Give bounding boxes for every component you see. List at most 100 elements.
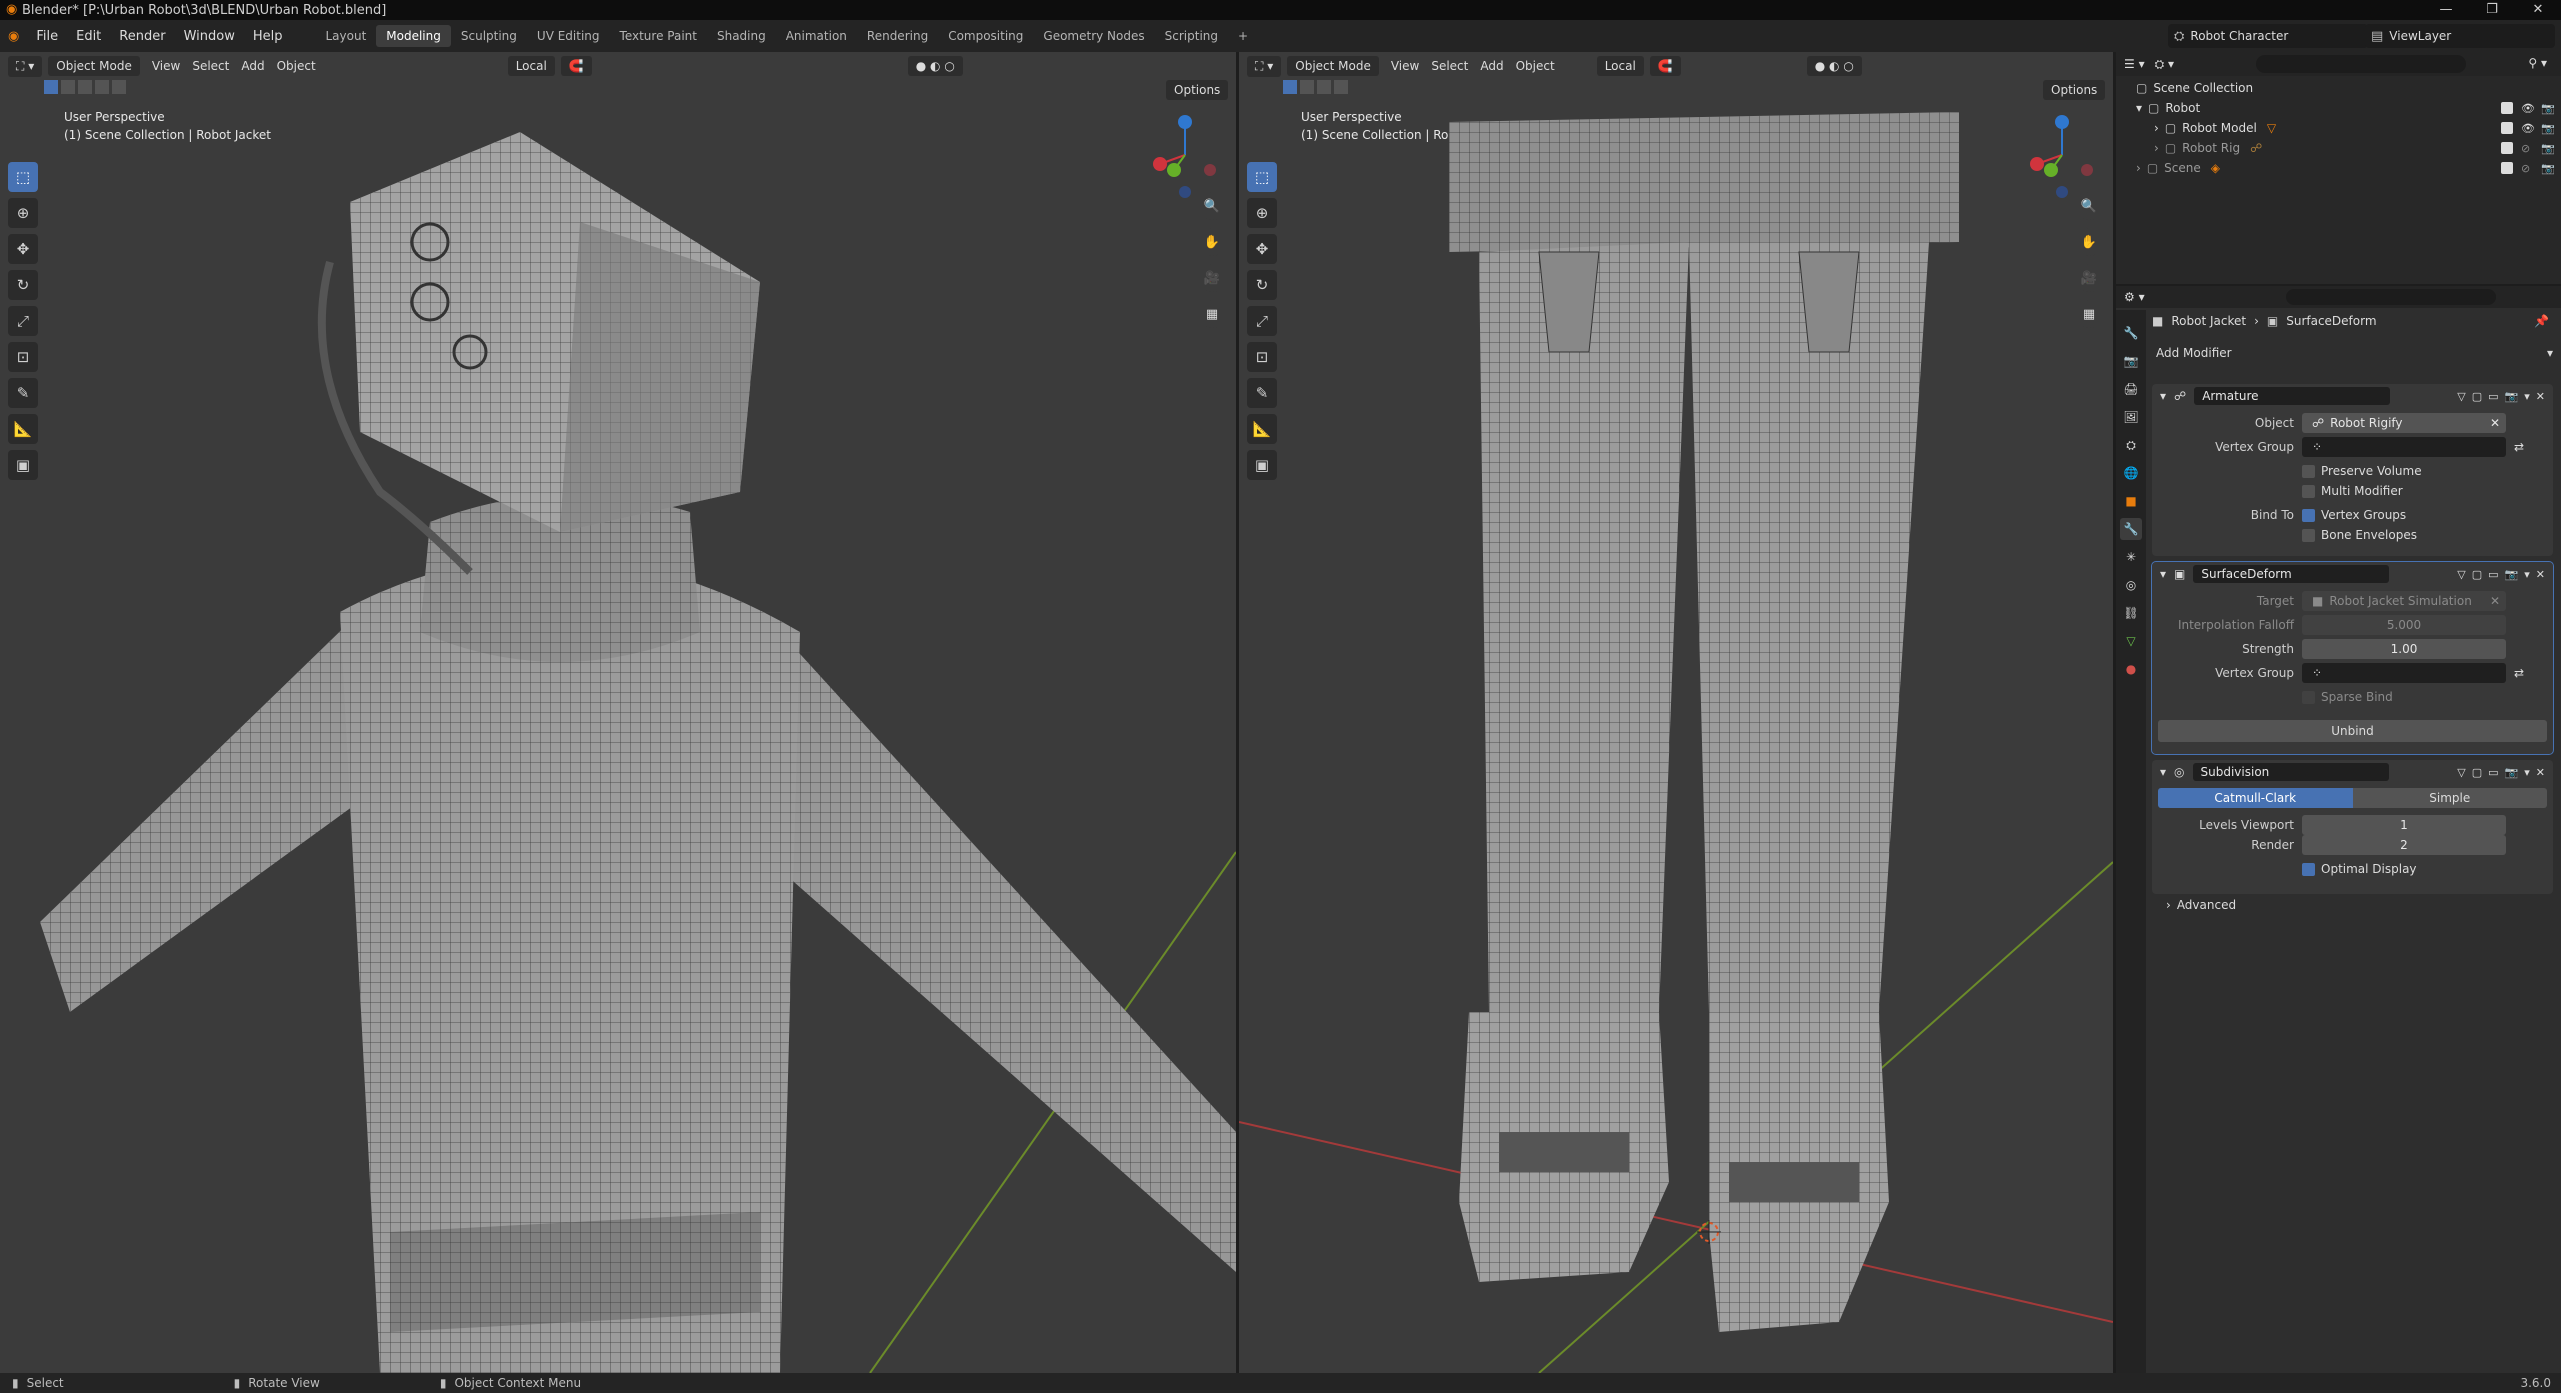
collapse-arrow-icon[interactable]: ▾ [2160, 765, 2166, 779]
levels-viewport-field[interactable]: 1 [2302, 815, 2506, 835]
invert-icon[interactable]: ⇄ [2514, 666, 2524, 680]
menu-window[interactable]: Window [175, 29, 244, 44]
collapse-arrow-icon[interactable]: ▾ [2160, 389, 2166, 403]
modifier-menu-icon[interactable]: ▾ [2524, 568, 2530, 581]
outliner-row-scene[interactable]: › ▢ Scene ◈ ⊘ 📷 [2116, 158, 2561, 178]
sd-vertex-group-field[interactable]: ⁘ [2302, 663, 2506, 683]
tab-uv-editing[interactable]: UV Editing [527, 25, 610, 47]
world-tab-icon[interactable]: 🌐 [2120, 462, 2142, 484]
expand-arrow-icon[interactable]: › [2154, 121, 2159, 135]
object-tab-icon[interactable]: ■ [2120, 490, 2142, 512]
tab-compositing[interactable]: Compositing [938, 25, 1033, 47]
optimal-display-checkbox[interactable]: Optimal Display [2302, 862, 2417, 876]
unbind-button[interactable]: Unbind [2158, 720, 2547, 742]
advanced-subpanel[interactable]: › Advanced [2166, 898, 2236, 912]
add-modifier-button[interactable]: Add Modifier ▾ [2152, 342, 2553, 364]
view-layer-tab-icon[interactable]: 🖼 [2120, 406, 2142, 428]
on-cage-icon[interactable]: ▽ [2457, 390, 2465, 403]
subdivision-modifier-name[interactable]: Subdivision [2192, 763, 2389, 781]
outliner-row-robot-rig[interactable]: › ▢ Robot Rig ☍ ⊘ 📷 [2116, 138, 2561, 158]
tab-texture-paint[interactable]: Texture Paint [610, 25, 707, 47]
render-icon[interactable]: 📷 [2505, 766, 2519, 779]
tab-modeling[interactable]: Modeling [376, 25, 451, 47]
tab-shading[interactable]: Shading [707, 25, 776, 47]
tab-geometry-nodes[interactable]: Geometry Nodes [1033, 25, 1154, 47]
tab-scripting[interactable]: Scripting [1155, 25, 1228, 47]
catmull-clark-button[interactable]: Catmull-Clark [2158, 788, 2353, 808]
multi-modifier-checkbox[interactable]: Multi Modifier [2302, 484, 2403, 498]
target-field[interactable]: ■ Robot Jacket Simulation ✕ [2302, 591, 2506, 611]
vertex-groups-checkbox[interactable]: Vertex Groups [2302, 508, 2406, 522]
modifier-tab-icon[interactable]: 🔧 [2120, 518, 2142, 540]
expand-arrow-icon[interactable]: ▾ [2136, 101, 2142, 115]
menu-file[interactable]: File [27, 29, 67, 44]
outliner-editor-icon[interactable]: ☰ ▾ [2124, 57, 2145, 71]
modifier-menu-icon[interactable]: ▾ [2524, 390, 2530, 403]
tab-layout[interactable]: Layout [315, 25, 376, 47]
menu-help[interactable]: Help [244, 29, 292, 44]
properties-editor-icon[interactable]: ⚙ ▾ [2124, 290, 2145, 304]
maximize-button[interactable]: ❐ [2469, 0, 2515, 20]
display-mode-icon[interactable]: ⛭ ▾ [2155, 57, 2174, 72]
tab-animation[interactable]: Animation [776, 25, 857, 47]
constraints-tab-icon[interactable]: ⛓ [2120, 602, 2142, 624]
preserve-volume-checkbox[interactable]: Preserve Volume [2302, 464, 2422, 478]
pin-icon[interactable]: 📌 [2534, 314, 2549, 328]
realtime-icon[interactable]: ▭ [2488, 568, 2498, 581]
minimize-button[interactable]: — [2423, 0, 2469, 20]
viewport-right[interactable]: ⛶ ▾ Object Mode View Select Add Object L… [1239, 52, 2113, 1373]
particles-tab-icon[interactable]: ✳ [2120, 546, 2142, 568]
expand-arrow-icon[interactable]: › [2154, 141, 2159, 155]
view-layer-selector[interactable]: ▤ ViewLayer [2365, 24, 2555, 48]
remove-modifier-icon[interactable]: ✕ [2536, 568, 2545, 581]
falloff-field[interactable]: 5.000 [2302, 615, 2506, 635]
data-tab-icon[interactable]: ▽ [2120, 630, 2142, 652]
render-icon[interactable]: 📷 [2505, 568, 2519, 581]
outliner-row-robot-model[interactable]: › ▢ Robot Model ▽ 👁 📷 [2116, 118, 2561, 138]
viewport-left[interactable]: ⛶ ▾ Object Mode View Select Add Object L… [0, 52, 1236, 1373]
armature-vertex-group-field[interactable]: ⁘ [2302, 437, 2506, 457]
invert-icon[interactable]: ⇄ [2514, 440, 2524, 454]
tab-sculpting[interactable]: Sculpting [451, 25, 527, 47]
edit-mode-icon[interactable]: ▢ [2472, 766, 2482, 779]
strength-field[interactable]: 1.00 [2302, 639, 2506, 659]
render-tab-icon[interactable]: 📷 [2120, 350, 2142, 372]
simple-button[interactable]: Simple [2352, 788, 2547, 808]
bone-envelopes-checkbox[interactable]: Bone Envelopes [2302, 528, 2417, 542]
properties-search-input[interactable] [2286, 289, 2496, 305]
realtime-icon[interactable]: ▭ [2488, 766, 2498, 779]
remove-modifier-icon[interactable]: ✕ [2536, 766, 2545, 779]
on-cage-icon[interactable]: ▽ [2457, 766, 2465, 779]
render-levels-field[interactable]: 2 [2302, 835, 2506, 855]
scene-icon: ⛭ [2174, 28, 2185, 44]
edit-mode-icon[interactable]: ▢ [2472, 390, 2482, 403]
tab-rendering[interactable]: Rendering [857, 25, 938, 47]
tool-tab-icon[interactable]: 🔧 [2120, 322, 2142, 344]
armature-object-field[interactable]: ☍ Robot Rigify ✕ [2302, 413, 2506, 433]
scene-tab-icon[interactable]: ⛭ [2120, 434, 2142, 456]
material-tab-icon[interactable]: ● [2120, 658, 2142, 680]
blender-menu-icon[interactable]: ◉ [8, 29, 19, 44]
sparse-bind-checkbox[interactable]: Sparse Bind [2302, 690, 2393, 704]
outliner-search-input[interactable] [2256, 55, 2466, 73]
render-icon[interactable]: 📷 [2505, 390, 2519, 403]
menu-render[interactable]: Render [110, 29, 174, 44]
add-workspace-button[interactable]: + [1228, 25, 1258, 47]
close-button[interactable]: ✕ [2515, 0, 2561, 20]
filter-icon[interactable]: ⚲ ▾ [2528, 56, 2547, 70]
realtime-icon[interactable]: ▭ [2488, 390, 2498, 403]
expand-arrow-icon[interactable]: › [2136, 161, 2141, 175]
armature-modifier-name[interactable]: Armature [2194, 387, 2391, 405]
on-cage-icon[interactable]: ▽ [2457, 568, 2465, 581]
edit-mode-icon[interactable]: ▢ [2472, 568, 2482, 581]
remove-modifier-icon[interactable]: ✕ [2536, 390, 2545, 403]
surface-deform-modifier-name[interactable]: SurfaceDeform [2193, 565, 2390, 583]
outliner-row-scene-collection[interactable]: ▢ Scene Collection [2116, 78, 2561, 98]
outliner-row-robot[interactable]: ▾ ▢ Robot 👁 📷 [2116, 98, 2561, 118]
modifier-menu-icon[interactable]: ▾ [2524, 766, 2530, 779]
output-tab-icon[interactable]: 🖨 [2120, 378, 2142, 400]
collapse-arrow-icon[interactable]: ▾ [2160, 567, 2166, 581]
menu-edit[interactable]: Edit [67, 29, 110, 44]
physics-tab-icon[interactable]: ◎ [2120, 574, 2142, 596]
scene-selector[interactable]: ⛭ Robot Character [2168, 24, 2368, 48]
